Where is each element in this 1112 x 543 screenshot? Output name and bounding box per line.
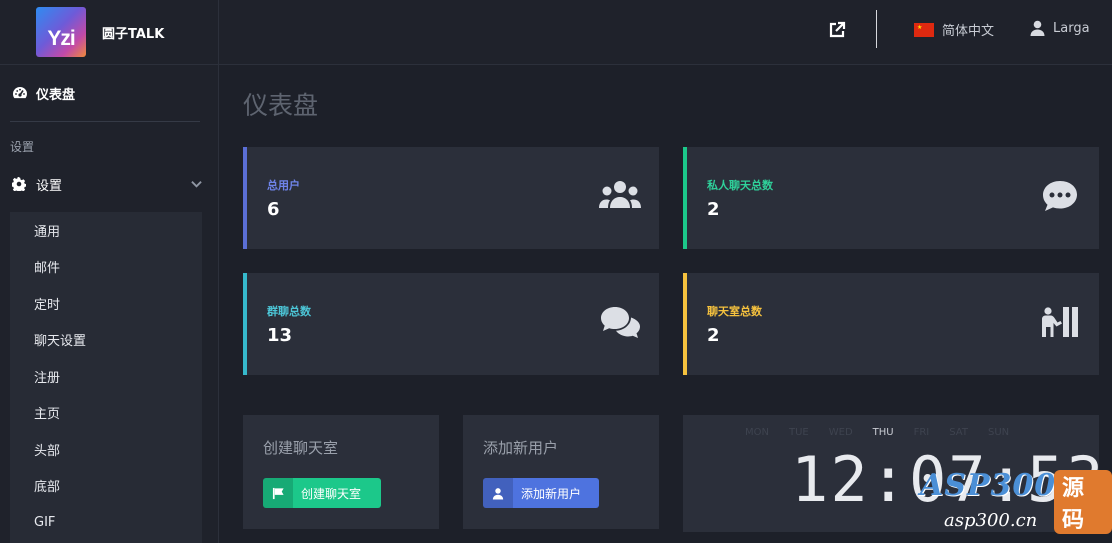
add-user-button[interactable]: 添加新用户 [483, 478, 599, 508]
sidebar: Yzi 圆子TALK 仪表盘 设置 设置 通用 邮件 定时 聊天设置 注册 主页… [0, 0, 219, 543]
stat-card-total-users: 总用户 6 [243, 147, 659, 249]
brand: Yzi 圆子TALK [0, 0, 218, 65]
button-label: 添加新用户 [521, 486, 582, 501]
users-icon [599, 179, 641, 215]
watermark-brand: ASP300 [920, 468, 1057, 503]
user-menu[interactable]: Larga [1030, 20, 1090, 36]
create-chatroom-button[interactable]: 创建聊天室 [263, 478, 381, 508]
page-title: 仪表盘 [243, 91, 319, 120]
user-icon [1030, 20, 1045, 36]
submenu-item-footer[interactable]: 底部 [10, 468, 202, 505]
brand-name: 圆子TALK [102, 26, 165, 42]
submenu-item-schedule[interactable]: 定时 [10, 285, 202, 322]
submenu-item-header[interactable]: 头部 [10, 431, 202, 468]
submenu-item-general[interactable]: 通用 [10, 212, 202, 249]
weekday-row: MON TUE WED THU FRI SAT SUN [745, 427, 1009, 438]
button-label: 创建聊天室 [301, 486, 362, 501]
submenu-item-home[interactable]: 主页 [10, 395, 202, 432]
card-title: 添加新用户 [483, 439, 559, 457]
watermark-domain: asp300.cn [944, 510, 1038, 531]
app-logo[interactable]: Yzi [36, 7, 86, 57]
submenu-item-gif[interactable]: GIF [10, 504, 202, 541]
china-flag-icon: ★ [914, 22, 934, 37]
sidebar-item-dashboard[interactable]: 仪表盘 [0, 65, 218, 121]
chevron-down-icon [191, 177, 202, 192]
external-link-icon[interactable] [828, 21, 846, 39]
weekday: TUE [788, 427, 809, 438]
sidebar-item-settings[interactable]: 设置 [0, 164, 218, 204]
stat-card-chatrooms: 聊天室总数 2 [683, 273, 1099, 375]
weekday: MON [745, 427, 769, 438]
topbar: ★ 简体中文 Larga [219, 0, 1112, 65]
submenu-item-chat-settings[interactable]: 聊天设置 [10, 322, 202, 359]
language-label: 简体中文 [942, 24, 995, 39]
user-name: Larga [1053, 20, 1090, 36]
sidebar-item-settings-label: 设置 [36, 178, 63, 194]
chatroom-icon [1039, 305, 1081, 341]
card-title: 创建聊天室 [263, 439, 339, 457]
submenu-item-register[interactable]: 注册 [10, 358, 202, 395]
comment-icon [1039, 179, 1081, 215]
topbar-separator [876, 10, 877, 48]
language-selector[interactable]: ★ 简体中文 [914, 20, 994, 39]
user-icon [483, 478, 513, 508]
add-user-card: 添加新用户 添加新用户 [463, 415, 659, 529]
sidebar-item-dashboard-label: 仪表盘 [36, 87, 76, 103]
comments-icon [599, 305, 641, 341]
gear-icon [12, 177, 26, 191]
weekday: SAT [949, 427, 968, 438]
flag-icon [263, 478, 293, 508]
weekday: FRI [913, 427, 930, 438]
create-chatroom-card: 创建聊天室 创建聊天室 [243, 415, 439, 529]
sidebar-section-label: 设置 [10, 140, 35, 154]
weekday: SUN [987, 427, 1010, 438]
weekday-active: THU [872, 427, 894, 438]
dashboard-gauge-icon [12, 85, 28, 101]
submenu-item-mail[interactable]: 邮件 [10, 249, 202, 286]
watermark-badge: 源码 [1054, 470, 1112, 534]
stat-card-private-chats: 私人聊天总数 2 [683, 147, 1099, 249]
settings-submenu: 通用 邮件 定时 聊天设置 注册 主页 头部 底部 GIF [10, 212, 202, 543]
weekday: WED [828, 427, 853, 438]
stat-card-group-chats: 群聊总数 13 [243, 273, 659, 375]
